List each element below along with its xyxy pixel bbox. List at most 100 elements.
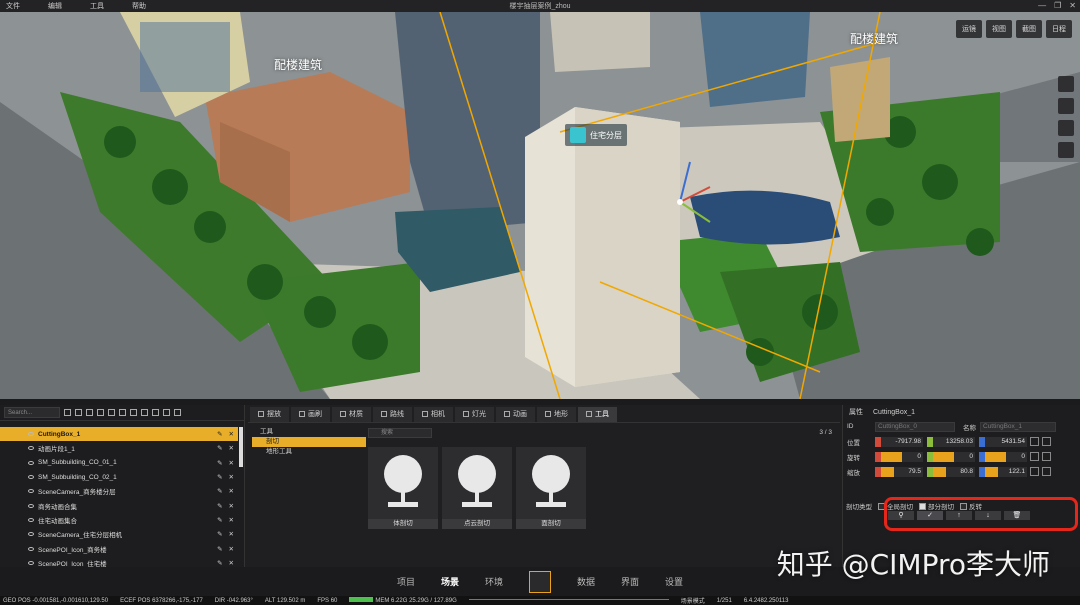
nav-project[interactable]: 项目 [397, 575, 415, 588]
eye-icon[interactable] [28, 532, 34, 537]
edit-icon[interactable]: ✎ [217, 545, 222, 553]
tab-tools[interactable]: 工具 [578, 407, 617, 422]
tab-brush[interactable]: 画刷 [291, 407, 330, 422]
camera-button[interactable]: 运镜 [956, 20, 982, 38]
tree-item[interactable]: 动画片段1_1 ✎ ✕ [0, 441, 238, 455]
close-icon[interactable]: ✕ [1069, 0, 1076, 12]
tool-card-pointcloud-cut[interactable]: 点云剖切 [442, 447, 512, 529]
eye-icon[interactable] [28, 517, 34, 522]
scale-y[interactable]: 80.8 [933, 466, 975, 477]
close-icon[interactable]: ✕ [229, 559, 234, 567]
axis-icon[interactable] [1058, 120, 1074, 136]
link-icon[interactable] [75, 409, 82, 416]
menu-edit[interactable]: 编辑 [48, 1, 62, 11]
tree-item[interactable]: CuttingBox_1 ✎ ✕ [0, 427, 238, 442]
name-field[interactable]: CuttingBox_1 [980, 421, 1056, 432]
nav-data[interactable]: 数据 [577, 575, 595, 588]
label-peilou-left[interactable]: 配楼建筑 [274, 56, 322, 73]
3d-viewport[interactable]: 配楼建筑 配楼建筑 住宅分层 运镜 视图 截图 日程 [0, 12, 1080, 399]
tool-tree-item-cut[interactable]: 剖切 [252, 437, 366, 447]
rotation-z[interactable]: 0 [985, 451, 1027, 462]
edit-icon[interactable]: ✎ [217, 430, 222, 438]
eye-icon[interactable] [28, 489, 34, 494]
menu-file[interactable]: 文件 [6, 1, 20, 11]
scale-z[interactable]: 122.1 [985, 466, 1027, 477]
square-icon[interactable] [130, 409, 137, 416]
tree-item[interactable]: SM_Subbuilding_CO_02_1 ✎ ✕ [0, 470, 238, 484]
edit-icon[interactable]: ✎ [217, 459, 222, 467]
position-x[interactable]: -7917.98 [881, 436, 923, 447]
delete-icon[interactable] [163, 409, 170, 416]
image-icon[interactable] [152, 409, 159, 416]
edit-icon[interactable]: ✎ [217, 516, 222, 524]
tab-material[interactable]: 材质 [332, 407, 371, 422]
tab-place[interactable]: 摆放 [250, 407, 289, 422]
tool-card-plane-cut[interactable]: 面剖切 [516, 447, 586, 529]
app-logo-icon[interactable] [529, 570, 551, 593]
position-y[interactable]: 13258.03 [933, 436, 975, 447]
lock-icon[interactable] [1030, 467, 1039, 476]
close-icon[interactable]: ✕ [229, 430, 234, 438]
scene-tree-scrollbar[interactable] [239, 427, 243, 467]
scene-search-input[interactable]: Search... [4, 407, 60, 418]
nav-settings[interactable]: 设置 [665, 575, 683, 588]
eye-icon[interactable] [28, 546, 34, 551]
nav-scene[interactable]: 场景 [441, 575, 459, 588]
grid-icon[interactable] [97, 409, 104, 416]
tab-animation[interactable]: 动画 [496, 407, 535, 422]
reset-icon[interactable] [1042, 437, 1051, 446]
tab-route[interactable]: 路线 [373, 407, 412, 422]
eye-icon[interactable] [28, 432, 34, 437]
tree-item[interactable]: 住宅动画集合 ✎ ✕ [0, 513, 238, 527]
maximize-icon[interactable]: ❐ [1054, 0, 1061, 12]
minimize-icon[interactable]: — [1038, 0, 1046, 12]
schedule-button[interactable]: 日程 [1046, 20, 1072, 38]
close-icon[interactable]: ✕ [229, 459, 234, 467]
edit-icon[interactable]: ✎ [217, 473, 222, 481]
edit-icon[interactable]: ✎ [217, 559, 222, 567]
screenshot-button[interactable]: 截图 [1016, 20, 1042, 38]
close-icon[interactable]: ✕ [229, 516, 234, 524]
eye-icon[interactable] [28, 503, 34, 508]
reset-icon[interactable] [1042, 452, 1051, 461]
cross-icon[interactable] [86, 409, 93, 416]
label-peilou-right[interactable]: 配楼建筑 [850, 30, 898, 47]
tree-item[interactable]: SceneCamera_住宅分层相机 ✎ ✕ [0, 527, 238, 541]
split-icon[interactable] [141, 409, 148, 416]
id-field[interactable]: CuttingBox_0 [875, 421, 955, 432]
close-icon[interactable]: ✕ [229, 545, 234, 553]
nav-interface[interactable]: 界面 [621, 575, 639, 588]
refresh-icon[interactable] [64, 409, 71, 416]
edit-icon[interactable]: ✎ [217, 444, 222, 452]
scale-x[interactable]: 79.5 [881, 466, 923, 477]
tool-icon[interactable] [1058, 98, 1074, 114]
nav-environment[interactable]: 环境 [485, 575, 503, 588]
close-icon[interactable]: ✕ [229, 530, 234, 538]
layers-icon[interactable] [1058, 76, 1074, 92]
copy-icon[interactable] [1030, 452, 1039, 461]
menu-tools[interactable]: 工具 [90, 1, 104, 11]
close-icon[interactable]: ✕ [229, 487, 234, 495]
close-icon[interactable]: ✕ [229, 444, 234, 452]
copy-icon[interactable] [119, 409, 126, 416]
edit-icon[interactable]: ✎ [217, 502, 222, 510]
timeline-ruler[interactable] [468, 598, 669, 603]
tab-camera[interactable]: 相机 [414, 407, 453, 422]
tool-tree-root[interactable]: 工具 [252, 427, 366, 437]
edit-icon[interactable]: ✎ [217, 487, 222, 495]
view-button[interactable]: 视图 [986, 20, 1012, 38]
position-z[interactable]: 5431.54 [985, 436, 1027, 447]
rotation-y[interactable]: 0 [933, 451, 975, 462]
tree-item[interactable]: ScenePOI_Icon_商务楼 ✎ ✕ [0, 541, 238, 555]
poi-zhuzhai-tag[interactable]: 住宅分层 [565, 124, 627, 146]
tree-item[interactable]: SceneCamera_商务楼分层 ✎ ✕ [0, 484, 238, 498]
tab-light[interactable]: 灯光 [455, 407, 494, 422]
eye-icon[interactable] [28, 560, 34, 565]
menu-help[interactable]: 帮助 [132, 1, 146, 11]
reset-icon[interactable] [1042, 467, 1051, 476]
edit-icon[interactable]: ✎ [217, 530, 222, 538]
tab-terrain[interactable]: 地形 [537, 407, 576, 422]
tree-item[interactable]: 商务动画合集 ✎ ✕ [0, 498, 238, 512]
copy-icon[interactable] [1030, 437, 1039, 446]
folder-icon[interactable] [108, 409, 115, 416]
